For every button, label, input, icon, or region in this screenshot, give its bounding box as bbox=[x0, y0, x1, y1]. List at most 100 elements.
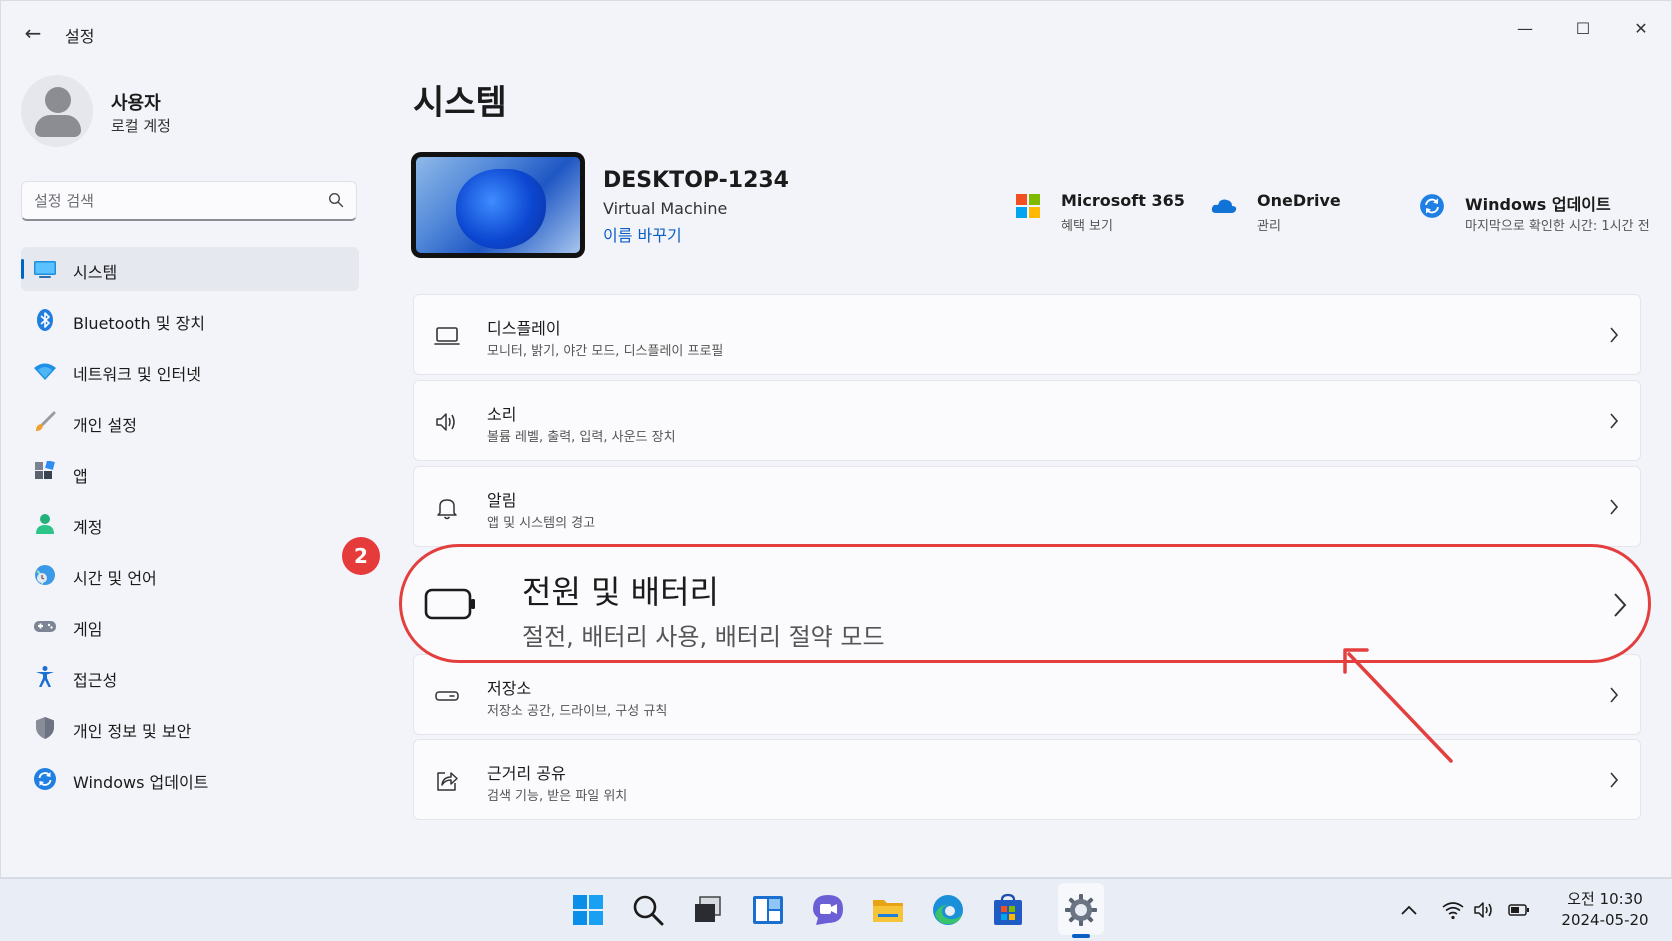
page-title: 시스템 bbox=[413, 83, 507, 123]
edge-icon[interactable] bbox=[930, 892, 966, 928]
sidebar-item-label: Windows 업데이트 bbox=[73, 773, 209, 792]
card-subtitle: 저장소 공간, 드라이브, 구성 규칙 bbox=[487, 704, 668, 719]
clock-date: 2024-05-20 bbox=[1561, 911, 1649, 929]
sidebar-item-privacy[interactable]: 개인 정보 및 보안 bbox=[21, 706, 359, 750]
update-icon bbox=[34, 768, 56, 790]
clock-time: 오전 10:30 bbox=[1567, 890, 1643, 908]
card-subtitle: 절전, 배터리 사용, 배터리 절약 모드 bbox=[522, 623, 885, 651]
microsoft-logo-icon bbox=[1016, 194, 1040, 218]
quick-link-title: Microsoft 365 bbox=[1061, 191, 1185, 210]
sidebar-item-label: 접근성 bbox=[73, 671, 118, 690]
search-icon[interactable] bbox=[328, 192, 344, 208]
sidebar-item-label: 앱 bbox=[73, 467, 88, 486]
selection-indicator bbox=[21, 259, 24, 279]
quick-link-sub: 혜택 보기 bbox=[1061, 219, 1113, 234]
card-display[interactable]: 디스플레이 모니터, 밝기, 야간 모드, 디스플레이 프로필 bbox=[413, 294, 1641, 375]
back-button[interactable]: ← bbox=[21, 21, 45, 45]
taskbar-clock[interactable]: 오전 10:30 2024-05-20 bbox=[1550, 889, 1660, 931]
sidebar-nav: 시스템 Bluetooth 및 장치 네트워크 및 인터넷 개인 설정 앱 계정… bbox=[21, 247, 359, 808]
device-model: Virtual Machine bbox=[603, 199, 728, 218]
card-storage[interactable]: 저장소 저장소 공간, 드라이브, 구성 규칙 bbox=[413, 654, 1641, 735]
card-title: 디스플레이 bbox=[487, 319, 561, 338]
sidebar-item-label: 계정 bbox=[73, 518, 103, 537]
avatar bbox=[21, 75, 93, 147]
profile-account-type: 로컬 계정 bbox=[111, 117, 171, 135]
card-title: 근거리 공유 bbox=[487, 764, 566, 783]
quick-link-title: OneDrive bbox=[1257, 191, 1341, 210]
update-icon bbox=[1420, 194, 1444, 218]
card-title: 전원 및 배터리 bbox=[522, 573, 719, 611]
search-icon[interactable] bbox=[630, 892, 666, 928]
close-button[interactable]: ✕ bbox=[1617, 9, 1665, 49]
card-subtitle: 볼륨 레벨, 출력, 입력, 사운드 장치 bbox=[487, 430, 676, 445]
quick-link-windows-update[interactable]: Windows 업데이트 마지막으로 확인한 시간: 1시간 전 bbox=[1419, 189, 1669, 234]
sidebar-item-apps[interactable]: 앱 bbox=[21, 451, 359, 495]
card-nearby-sharing[interactable]: 근거리 공유 검색 기능, 받은 파일 위치 bbox=[413, 739, 1641, 820]
maximize-button[interactable]: ☐ bbox=[1559, 9, 1607, 49]
sidebar-item-accessibility[interactable]: 접근성 bbox=[21, 655, 359, 699]
device-name: DESKTOP-1234 bbox=[603, 168, 789, 193]
speaker-icon[interactable] bbox=[1473, 899, 1495, 921]
card-subtitle: 앱 및 시스템의 경고 bbox=[487, 516, 596, 531]
accessibility-icon bbox=[36, 666, 54, 687]
window-title: 설정 bbox=[65, 27, 95, 46]
settings-window: ← 설정 — ☐ ✕ 사용자 로컬 계정 시스템 bbox=[0, 0, 1672, 878]
globe-clock-icon bbox=[35, 565, 55, 585]
quick-link-sub: 마지막으로 확인한 시간: 1시간 전 bbox=[1465, 219, 1650, 234]
profile-name: 사용자 bbox=[111, 93, 161, 114]
monitor-icon bbox=[34, 261, 56, 278]
sidebar-item-time-language[interactable]: 시간 및 언어 bbox=[21, 553, 359, 597]
sidebar-item-label: 네트워크 및 인터넷 bbox=[73, 365, 201, 384]
sidebar-item-bluetooth[interactable]: Bluetooth 및 장치 bbox=[21, 298, 359, 342]
quick-link-microsoft-365[interactable]: Microsoft 365 혜택 보기 bbox=[1015, 189, 1185, 234]
chevron-right-icon bbox=[1610, 687, 1619, 703]
title-bar: ← 설정 — ☐ ✕ bbox=[1, 1, 1671, 65]
sidebar-item-label: Bluetooth 및 장치 bbox=[73, 314, 206, 333]
person-icon bbox=[36, 514, 54, 534]
sidebar-item-gaming[interactable]: 게임 bbox=[21, 604, 359, 648]
bell-icon bbox=[437, 499, 457, 520]
quick-link-sub: 관리 bbox=[1257, 219, 1281, 234]
quick-link-onedrive[interactable]: OneDrive 관리 bbox=[1211, 189, 1351, 234]
sidebar-item-label: 시간 및 언어 bbox=[73, 569, 157, 588]
search-input[interactable] bbox=[34, 182, 314, 220]
taskbar: 오전 10:30 2024-05-20 bbox=[0, 878, 1672, 941]
sidebar-item-accounts[interactable]: 계정 bbox=[21, 502, 359, 546]
start-icon[interactable] bbox=[570, 892, 606, 928]
sidebar-item-personalization[interactable]: 개인 설정 bbox=[21, 400, 359, 444]
battery-icon[interactable] bbox=[1508, 899, 1530, 921]
file-explorer-icon[interactable] bbox=[870, 892, 906, 928]
user-profile[interactable]: 사용자 로컬 계정 bbox=[21, 75, 351, 147]
bluetooth-icon bbox=[37, 309, 53, 331]
sidebar-item-network[interactable]: 네트워크 및 인터넷 bbox=[21, 349, 359, 393]
gamepad-icon bbox=[34, 621, 56, 632]
quick-link-title: Windows 업데이트 bbox=[1465, 195, 1611, 214]
task-view-icon[interactable] bbox=[690, 892, 726, 928]
card-power-battery[interactable]: 전원 및 배터리 절전, 배터리 사용, 배터리 절약 모드 bbox=[399, 544, 1651, 663]
cloud-icon bbox=[1211, 199, 1237, 213]
active-app-indicator bbox=[1072, 934, 1090, 938]
card-title: 소리 bbox=[487, 405, 517, 424]
chevron-up-icon[interactable] bbox=[1398, 899, 1420, 921]
speaker-icon bbox=[436, 413, 455, 431]
widgets-icon[interactable] bbox=[750, 892, 786, 928]
settings-search bbox=[21, 181, 357, 221]
settings-icon[interactable] bbox=[1063, 892, 1099, 928]
rename-link[interactable]: 이름 바꾸기 bbox=[603, 222, 682, 246]
storage-icon bbox=[435, 691, 459, 701]
store-icon[interactable] bbox=[990, 892, 1026, 928]
sidebar-item-system[interactable]: 시스템 bbox=[21, 247, 359, 291]
sidebar-item-windows-update[interactable]: Windows 업데이트 bbox=[21, 757, 359, 801]
wifi-icon[interactable] bbox=[1442, 899, 1464, 921]
card-sound[interactable]: 소리 볼륨 레벨, 출력, 입력, 사운드 장치 bbox=[413, 380, 1641, 461]
wifi-icon bbox=[34, 363, 56, 380]
display-icon bbox=[434, 327, 460, 345]
chat-icon[interactable] bbox=[810, 892, 846, 928]
shield-icon bbox=[36, 717, 54, 739]
share-icon bbox=[437, 772, 458, 791]
card-notifications[interactable]: 알림 앱 및 시스템의 경고 bbox=[413, 466, 1641, 547]
sidebar-item-label: 개인 정보 및 보안 bbox=[73, 722, 192, 741]
chevron-right-icon bbox=[1610, 413, 1619, 429]
minimize-button[interactable]: — bbox=[1501, 9, 1549, 49]
apps-icon bbox=[35, 461, 55, 479]
